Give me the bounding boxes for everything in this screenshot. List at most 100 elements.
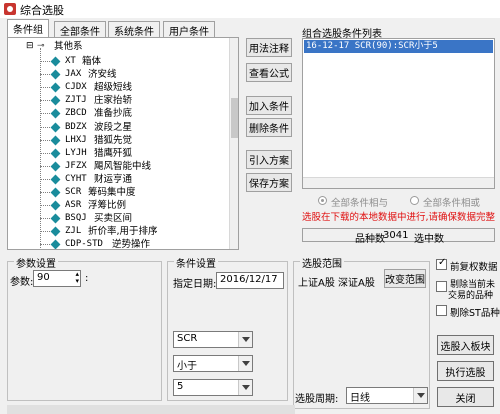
tree-item[interactable]: BSQJ 买卖区间 [8, 212, 228, 225]
tree-item-code: CYHT [65, 173, 87, 184]
formula-icon [50, 122, 61, 132]
tree-item-code: XT [65, 56, 76, 66]
restore-data-checkbox[interactable] [436, 257, 447, 270]
chevron-down-icon[interactable] [238, 356, 252, 371]
formula-icon [50, 69, 61, 80]
tree-root-label: 其他系 [54, 41, 83, 52]
and-radio[interactable] [318, 196, 327, 205]
chevron-down-icon[interactable] [413, 388, 427, 403]
save-scheme-button[interactable]: 保存方案 [246, 173, 292, 192]
tree-item-code: ZBCD [65, 108, 87, 119]
formula-icon [50, 174, 61, 185]
tree-item[interactable]: ZBCD 准备抄底 [8, 107, 228, 120]
formula-icon [50, 135, 61, 146]
selected-label: 选中数 [414, 234, 444, 245]
tree-item[interactable]: JAX 济安线 [8, 68, 228, 81]
tree-item-code: JFZX [65, 160, 87, 171]
tree-item[interactable]: LYJH 猎鹰歼狐 [8, 147, 228, 160]
params-group: 参数设置 参数: 90 ▴ ▾ : [7, 255, 162, 401]
delete-condition-button[interactable]: 删除条件 [246, 118, 292, 137]
tree-branch-line [40, 61, 50, 62]
tree-branch-line [40, 152, 50, 154]
tree-item[interactable]: CDP-STD 逆势操作 [8, 238, 228, 250]
usage-note-button[interactable]: 用法注释 [246, 38, 292, 57]
tree-item[interactable]: ZJTJ 庄家抬轿 [8, 94, 228, 107]
tree-item-name: 波段之星 [94, 121, 133, 133]
tree-item-code: BSQJ [65, 213, 87, 224]
status-bar: 品种数 3041 选中数 [302, 228, 495, 245]
add-condition-button[interactable]: 加入条件 [246, 96, 292, 115]
formula-icon [50, 226, 61, 237]
formula-icon [50, 56, 61, 67]
tree-item-name: 庄家抬轿 [94, 95, 133, 107]
condition-tree[interactable]: ⊟ ⊸ 其他系 XT 箱体 JAX 济安线 CJDX 超级短线 ZJTJ 庄家抬轿 ZBCD 准备… [7, 37, 239, 250]
operator-value: 小于 [177, 361, 197, 372]
import-scheme-button[interactable]: 引入方案 [246, 150, 292, 169]
tree-item-name: 逆势操作 [112, 239, 151, 250]
period-select[interactable]: 日线 [346, 387, 428, 404]
formula-icon [50, 108, 61, 119]
tree-item[interactable]: BDZX 波段之星 [8, 121, 228, 134]
tree-scroll-thumb[interactable] [231, 98, 238, 138]
exclude-untraded-checkbox[interactable] [436, 281, 447, 292]
operator-select[interactable]: 小于 [173, 355, 253, 372]
formula-icon [50, 148, 61, 159]
formula-icon [50, 213, 61, 224]
collapse-icon[interactable]: ⊟ [26, 40, 34, 53]
tab-all-conditions[interactable]: 全部条件 [54, 21, 106, 38]
change-range-button[interactable]: 改变范围 [384, 269, 426, 288]
execute-button[interactable]: 执行选股 [437, 361, 494, 381]
select-to-board-button[interactable]: 选股入板块 [437, 335, 494, 355]
tree-item[interactable]: LHXJ 猎狐先觉 [8, 134, 228, 147]
tree-item[interactable]: CYHT 财运亨通 [8, 173, 228, 186]
value-select[interactable]: 5 [173, 379, 253, 396]
indicator-select[interactable]: SCR [173, 331, 253, 348]
date-picker[interactable]: 2016/12/17 [216, 272, 284, 289]
chevron-down-icon[interactable] [238, 380, 252, 395]
tree-root-node[interactable]: ⊟ ⊸ 其他系 [8, 40, 228, 53]
formula-icon [50, 82, 61, 93]
tree-item-name: 筹码集中度 [88, 187, 136, 198]
title-bar: 综合选股 [0, 0, 500, 18]
or-radio[interactable] [410, 196, 419, 205]
tree-item[interactable]: ASR 浮筹比例 [8, 199, 228, 212]
param-input[interactable]: 90 ▴ ▾ [33, 270, 81, 287]
tab-system-conditions[interactable]: 系统条件 [108, 21, 160, 38]
tree-item-name: 箱体 [82, 56, 102, 67]
count-value: 3041 [383, 230, 409, 241]
value-value: 5 [177, 381, 184, 392]
tree-item[interactable]: XT 箱体 [8, 55, 228, 68]
tree-item[interactable]: ZJL 折价率,用于排序 [8, 225, 228, 238]
tab-user-conditions[interactable]: 用户条件 [163, 21, 215, 38]
list-item[interactable]: 16-12-17 SCR(90):SCR小于5 [304, 40, 493, 53]
and-radio-label: 全部条件相与 [331, 198, 389, 209]
key-icon: ⊸ [37, 41, 45, 51]
tree-item-code: CDP-STD [65, 239, 103, 250]
tree-item[interactable]: CJDX 超级短线 [8, 81, 228, 94]
close-button[interactable]: 关闭 [437, 387, 494, 407]
combined-condition-list[interactable]: 16-12-17 SCR(90):SCR小于5 [302, 38, 495, 189]
exclude-st-checkbox[interactable] [436, 305, 447, 316]
window-title: 综合选股 [20, 4, 64, 17]
chevron-down-icon[interactable] [238, 332, 252, 347]
tree-branch-line [40, 178, 50, 180]
formula-icon [50, 200, 61, 211]
tree-item-name: 准备抄底 [94, 108, 133, 120]
tree-scrollbar[interactable] [229, 38, 238, 249]
tree-branch-line [40, 113, 50, 115]
tree-item-code: BDZX [65, 121, 87, 132]
tree-item[interactable]: SCR 筹码集中度 [8, 186, 228, 199]
tab-condition-group[interactable]: 条件组 [7, 19, 49, 38]
tree-item-code: ZJTJ [65, 95, 87, 106]
tree-item[interactable]: JFZX 飓风智能中线 [8, 160, 228, 173]
list-horizontal-scrollbar[interactable] [303, 177, 494, 188]
view-formula-button[interactable]: 查看公式 [246, 63, 292, 82]
tree-item-code: LYJH [65, 147, 87, 158]
tree-branch-line [40, 231, 50, 233]
tree-item-name: 财运亨通 [94, 173, 133, 185]
tree-item-code: LHXJ [65, 134, 87, 145]
spin-icon[interactable]: ▴ ▾ [75, 271, 79, 285]
bottom-scrollbar[interactable] [7, 405, 295, 414]
period-value: 日线 [350, 393, 370, 404]
tree-item-name: 浮筹比例 [88, 200, 127, 212]
